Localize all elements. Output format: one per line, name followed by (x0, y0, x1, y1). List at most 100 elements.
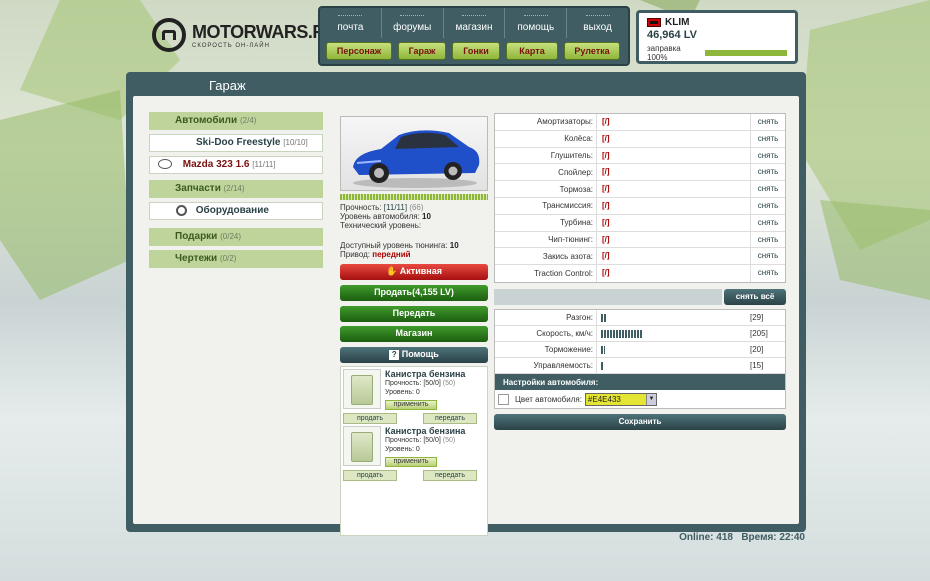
part-label: Спойлер: (558, 167, 593, 177)
part-value[interactable]: [/] (596, 248, 750, 265)
sell-item-button[interactable]: продать (343, 413, 397, 424)
remove-part-button[interactable]: снять (750, 114, 785, 130)
part-value[interactable]: [/] (596, 197, 750, 214)
top-navigation: почта форумы магазин помощь выход Персон… (318, 6, 630, 66)
nav-button-map[interactable]: Карта (506, 42, 558, 60)
sell-car-button[interactable]: Продать(4,155 LV) (340, 285, 488, 301)
logo-subtitle: СКОРОСТЬ ОН-ЛАЙН (192, 42, 270, 49)
category-cars[interactable]: Автомобили (2/4) (149, 112, 323, 130)
nav-button-garage[interactable]: Гараж (398, 42, 446, 60)
stat-bar (596, 326, 750, 341)
remove-part-button[interactable]: снять (750, 248, 785, 265)
footer-status: Online: 418 Время: 22:40 (679, 532, 805, 543)
part-value[interactable]: [/] (596, 265, 750, 282)
stat-bar-fill (601, 330, 643, 338)
part-value[interactable]: [/] (596, 130, 750, 147)
nav-link-forums[interactable]: форумы (382, 8, 444, 38)
part-row: Трансмиссия: [/] снять (495, 197, 785, 215)
car-image (340, 116, 488, 191)
category-parts[interactable]: Запчасти (2/14) (149, 180, 323, 198)
page-title: Гараж (209, 78, 246, 93)
garage-window: Гараж Автомобили (2/4) Ski-Doo Freestyle… (126, 72, 806, 536)
equipment-item[interactable]: Оборудование (149, 202, 323, 220)
color-setting-row: Цвет автомобиля: #E4E433 ▼ (495, 390, 785, 408)
part-row: Турбина: [/] снять (495, 214, 785, 232)
color-checkbox[interactable] (498, 393, 509, 405)
remove-part-button[interactable]: снять (750, 197, 785, 214)
car-picture (353, 130, 480, 188)
part-row: Чип-тюнинг: [/] снять (495, 231, 785, 249)
car-item-mazda[interactable]: Mazda 323 1.6 [11/11] (149, 156, 323, 174)
stat-value: [15] (750, 361, 764, 370)
shop-button[interactable]: Магазин (340, 326, 488, 342)
logo-wheel-icon (152, 18, 186, 52)
nav-link-shop[interactable]: магазин (444, 8, 506, 38)
help-button[interactable]: ? Помощь (340, 347, 488, 363)
part-value[interactable]: [/] (596, 164, 750, 181)
part-row: Амортизаторы: [/] снять (495, 114, 785, 131)
stat-value: [20] (750, 345, 764, 354)
user-money: 46,964 LV (647, 29, 697, 41)
nav-button-races[interactable]: Гонки (452, 42, 500, 60)
hand-icon: ✋ (386, 266, 398, 276)
part-row: Тормоза: [/] снять (495, 181, 785, 198)
part-label: Чип-тюнинг: (548, 234, 593, 244)
fuel-canister-icon (343, 369, 381, 409)
part-label: Тормоза: (559, 184, 593, 194)
color-label: Цвет автомобиля: (515, 394, 582, 404)
nav-link-mail[interactable]: почта (320, 8, 382, 38)
nav-link-help[interactable]: помощь (505, 8, 568, 38)
transfer-car-button[interactable]: Передать (340, 306, 488, 322)
transfer-item-button[interactable]: передать (423, 470, 477, 481)
stat-row: Торможение: [20] (495, 342, 785, 358)
mazda-logo-icon (158, 159, 172, 170)
transfer-item-button[interactable]: передать (423, 413, 477, 424)
nav-button-roulette[interactable]: Рулетка (564, 42, 620, 60)
remove-all-button[interactable]: снять всё (724, 289, 786, 305)
nav-button-character[interactable]: Персонаж (326, 42, 392, 60)
fuel-bar (704, 50, 787, 56)
stat-bar-fill (601, 362, 605, 370)
car-condition-bar (340, 194, 488, 200)
car-item-skidoo[interactable]: Ski-Doo Freestyle [10/10] (149, 134, 323, 152)
part-row: Traction Control: [/] снять (495, 265, 785, 282)
car-stats: Разгон: [29] Скорость, км/ч: [205] Торможени… (494, 309, 786, 409)
remove-part-button[interactable]: снять (750, 214, 785, 231)
remove-part-button[interactable]: снять (750, 231, 785, 248)
category-blueprints[interactable]: Чертежи (0/2) (149, 250, 323, 268)
stat-row: Разгон: [29] (495, 310, 785, 326)
part-label: Колёса: (564, 134, 593, 144)
apply-button[interactable]: применить (385, 400, 437, 410)
category-gifts[interactable]: Подарки (0/24) (149, 228, 323, 246)
remove-part-button[interactable]: снять (750, 181, 785, 197)
save-button[interactable]: Сохранить (494, 414, 786, 430)
part-value[interactable]: [/] (596, 114, 750, 130)
inventory-item: Канистра бензина Прочность: [50/0] (50) … (343, 426, 485, 482)
stat-value: [205] (750, 329, 768, 338)
fuel-canister-icon (343, 426, 381, 466)
part-value[interactable]: [/] (596, 231, 750, 248)
active-button[interactable]: ✋ Активная (340, 264, 488, 280)
apply-button[interactable]: применить (385, 457, 437, 467)
sell-item-button[interactable]: продать (343, 470, 397, 481)
remove-part-button[interactable]: снять (750, 164, 785, 181)
remove-part-button[interactable]: снять (750, 265, 785, 282)
color-select[interactable]: #E4E433 ▼ (584, 392, 657, 406)
server-time: Время: 22:40 (741, 532, 805, 543)
user-flag-icon (647, 18, 661, 27)
user-name[interactable]: KLIM (665, 17, 689, 28)
site-logo[interactable]: MOTORWARS.RU СКОРОСТЬ ОН-ЛАЙН (152, 18, 338, 52)
stat-row: Скорость, км/ч: [205] (495, 326, 785, 342)
remove-part-button[interactable]: снять (750, 130, 785, 147)
remove-part-button[interactable]: снять (750, 147, 785, 164)
nav-link-logout[interactable]: выход (567, 8, 628, 38)
car-tuning-level: Доступный уровень тюнинга: 10 (340, 241, 459, 250)
part-label: Traction Control: (534, 269, 593, 279)
part-value[interactable]: [/] (596, 214, 750, 231)
steering-wheel-icon (176, 205, 187, 216)
question-icon: ? (389, 350, 400, 360)
part-value[interactable]: [/] (596, 181, 750, 197)
part-label: Турбина: (560, 218, 593, 228)
part-row: Колёса: [/] снять (495, 130, 785, 148)
part-value[interactable]: [/] (596, 147, 750, 164)
